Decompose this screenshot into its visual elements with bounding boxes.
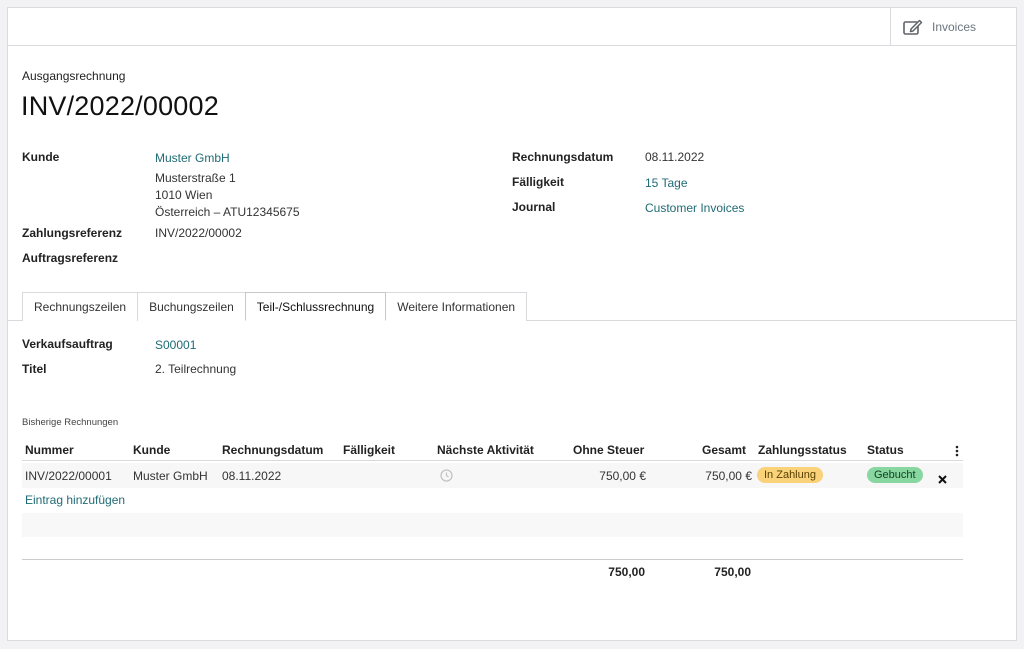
payment-reference-field[interactable]: INV/2022/00002 bbox=[155, 226, 242, 240]
total-ohne-steuer: 750,00 bbox=[608, 565, 645, 579]
cell-rechnungsdatum: 08.11.2022 bbox=[222, 469, 282, 483]
invoice-date-field[interactable]: 08.11.2022 bbox=[645, 150, 704, 164]
due-date-label: Fälligkeit bbox=[512, 175, 565, 189]
optional-columns-icon[interactable] bbox=[955, 444, 959, 462]
payment-reference-label: Zahlungsreferenz bbox=[22, 226, 123, 240]
order-reference-label: Auftragsreferenz bbox=[22, 251, 119, 265]
sales-order-label: Verkaufsauftrag bbox=[22, 337, 113, 351]
tab-teil-schlussrechnung[interactable]: Teil-/Schlussrechnung bbox=[244, 292, 387, 321]
column-header-zahlungsstatus[interactable]: Zahlungsstatus bbox=[758, 443, 847, 457]
customer-label: Kunde bbox=[22, 150, 60, 164]
invoice-form-sheet: Invoices Ausgangsrechnung INV/2022/00002… bbox=[7, 7, 1017, 641]
previous-invoices-caption: Bisherige Rechnungen bbox=[22, 417, 119, 428]
add-line-link[interactable]: Eintrag hinzufügen bbox=[25, 493, 125, 507]
cell-nummer: INV/2022/00001 bbox=[25, 469, 112, 483]
tab-rechnungszeilen[interactable]: Rechnungszeilen bbox=[22, 292, 139, 321]
clock-icon[interactable] bbox=[440, 469, 453, 487]
table-header: Nummer Kunde Rechnungsdatum Fälligkeit N… bbox=[22, 439, 963, 461]
invoice-number-title: INV/2022/00002 bbox=[21, 91, 219, 121]
delete-row-icon[interactable] bbox=[938, 471, 947, 489]
invoices-button[interactable]: Invoices bbox=[890, 8, 1016, 46]
column-header-rechnungsdatum[interactable]: Rechnungsdatum bbox=[222, 443, 323, 457]
cell-kunde: Muster GmbH bbox=[133, 469, 208, 483]
empty-row bbox=[22, 513, 963, 537]
column-header-kunde[interactable]: Kunde bbox=[133, 443, 170, 457]
journal-label: Journal bbox=[512, 200, 556, 214]
column-header-naechste-aktivitaet[interactable]: Nächste Aktivität bbox=[437, 443, 534, 457]
sales-order-link[interactable]: S00001 bbox=[155, 338, 196, 352]
edit-icon bbox=[903, 19, 923, 35]
customer-address: Musterstraße 1 1010 Wien Österreich – AT… bbox=[155, 170, 300, 221]
address-line: Österreich – ATU12345675 bbox=[155, 205, 300, 219]
journal-link[interactable]: Customer Invoices bbox=[645, 201, 744, 215]
column-header-gesamt[interactable]: Gesamt bbox=[702, 443, 746, 457]
invoice-date-label: Rechnungsdatum bbox=[512, 150, 614, 164]
column-header-status[interactable]: Status bbox=[867, 443, 904, 457]
payment-status-badge: In Zahlung bbox=[757, 467, 823, 483]
status-badge: Gebucht bbox=[867, 467, 923, 483]
payment-terms-link[interactable]: 15 Tage bbox=[645, 176, 688, 190]
invoices-button-label: Invoices bbox=[932, 20, 977, 34]
total-gesamt: 750,00 bbox=[714, 565, 751, 579]
address-line: 1010 Wien bbox=[155, 188, 213, 202]
notebook-tabs: Rechnungszeilen Buchungszeilen Teil-/Sch… bbox=[22, 292, 528, 321]
tab-buchungszeilen[interactable]: Buchungszeilen bbox=[137, 292, 246, 321]
top-bar: Invoices bbox=[8, 8, 1016, 46]
title-field[interactable]: 2. Teilrechnung bbox=[155, 362, 236, 376]
title-label: Titel bbox=[22, 362, 47, 376]
totals-divider bbox=[22, 559, 963, 560]
table-row[interactable]: INV/2022/00001 Muster GmbH 08.11.2022 75… bbox=[22, 463, 963, 488]
customer-link[interactable]: Muster GmbH bbox=[155, 151, 230, 165]
column-header-nummer[interactable]: Nummer bbox=[25, 443, 74, 457]
column-header-faelligkeit[interactable]: Fälligkeit bbox=[343, 443, 395, 457]
cell-gesamt: 750,00 € bbox=[705, 469, 752, 483]
address-line: Musterstraße 1 bbox=[155, 171, 236, 185]
cell-ohne-steuer: 750,00 € bbox=[599, 469, 646, 483]
tab-weitere-informationen[interactable]: Weitere Informationen bbox=[385, 292, 528, 321]
column-header-ohne-steuer[interactable]: Ohne Steuer bbox=[573, 443, 644, 457]
document-type-label: Ausgangsrechnung bbox=[22, 69, 126, 83]
